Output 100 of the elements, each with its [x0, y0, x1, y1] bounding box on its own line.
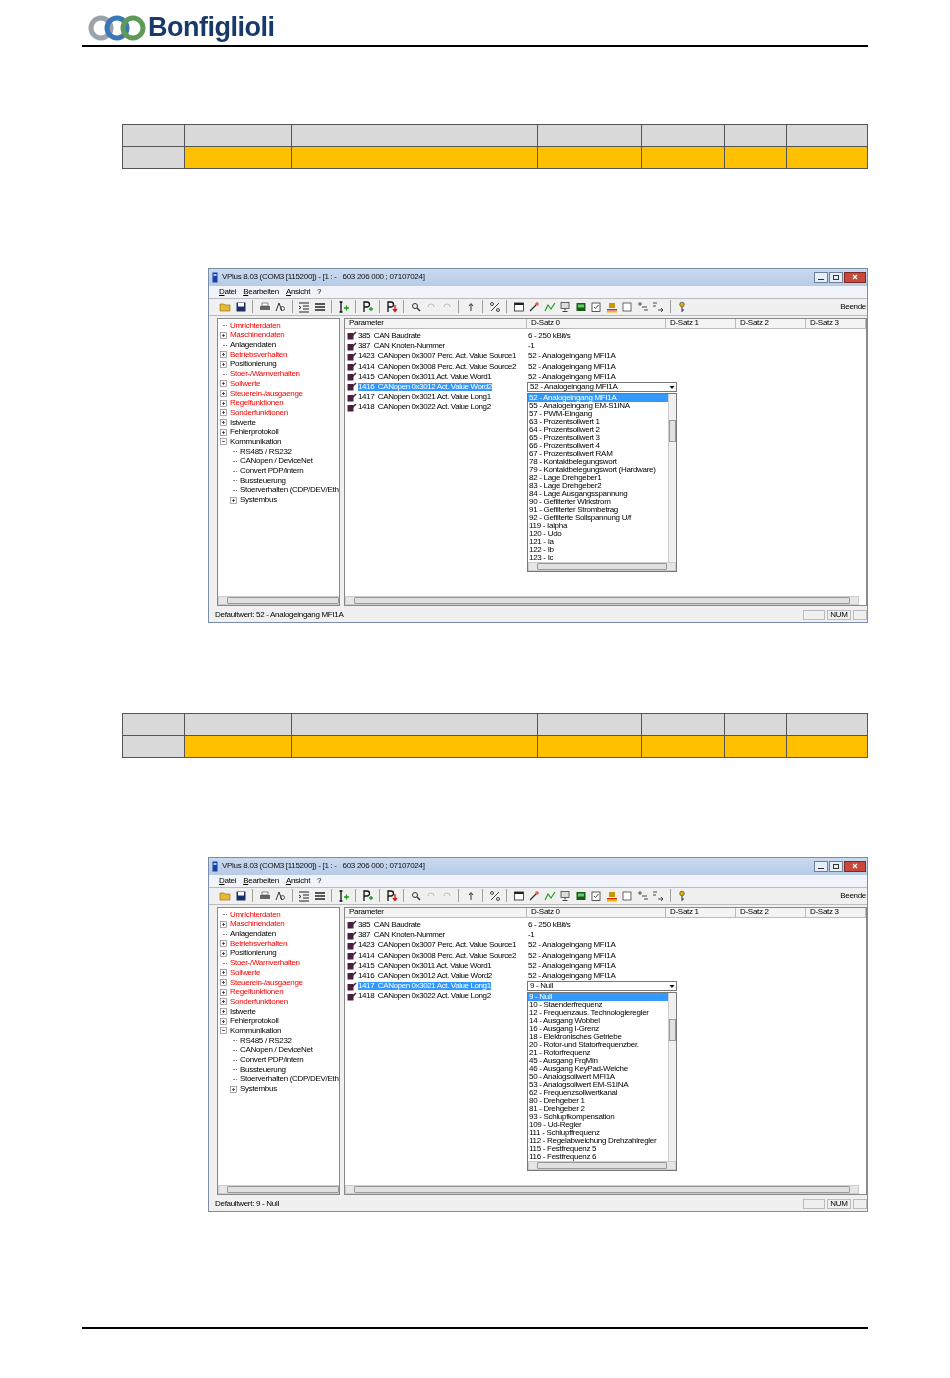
dropdown-option[interactable]: 90 - Gefilterter Wirkstrom: [528, 497, 668, 506]
tree-item[interactable]: Systembus: [240, 496, 277, 505]
collapse-icon[interactable]: [220, 438, 227, 446]
expand-icon[interactable]: [220, 1008, 227, 1016]
dropdown-option[interactable]: 10 - Staenderfrequenz: [528, 1001, 668, 1010]
dropdown-option[interactable]: 67 - Prozentsollwert RAM: [528, 449, 668, 458]
checklist-icon[interactable]: [590, 889, 602, 902]
tree-item[interactable]: Fehlerprotokoll: [230, 1017, 279, 1026]
dropdown-option[interactable]: 92 - Gefilterte Sollspannung U/f: [528, 513, 668, 522]
save-icon[interactable]: [234, 889, 247, 902]
dropdown-option[interactable]: 111 - Schlupffrequenz: [528, 1129, 668, 1138]
column-header[interactable]: D-Satz 1: [666, 907, 736, 917]
key-icon[interactable]: [676, 300, 688, 313]
indent-icon[interactable]: [298, 300, 310, 313]
tree-item[interactable]: Istwerte: [230, 418, 256, 427]
dropdown-option[interactable]: 21 - Rotorfrequenz: [528, 1049, 668, 1058]
close-icon[interactable]: [852, 274, 858, 281]
tree-item[interactable]: Steuerein-/ausgaenge: [230, 389, 303, 398]
maximize-button[interactable]: [829, 860, 843, 872]
dropdown-option[interactable]: 120 - Udo: [528, 529, 668, 538]
column-header[interactable]: D-Satz 3: [806, 318, 866, 328]
scrollbar[interactable]: [528, 1161, 676, 1171]
menu-item[interactable]: ?: [317, 876, 322, 885]
column-header[interactable]: Parameter: [345, 318, 527, 328]
tree-item[interactable]: Anlagendaten: [230, 930, 276, 939]
tree-item[interactable]: Regelfunktionen: [230, 988, 284, 997]
dropdown-option[interactable]: 123 - Ic: [528, 553, 668, 562]
expand-icon[interactable]: [220, 409, 227, 417]
menu-item[interactable]: Ansicht: [285, 287, 311, 296]
parameter-name[interactable]: 1423 CANopen 0x3007 Perc. Act. Value Source1: [358, 352, 516, 361]
expand-icon[interactable]: [220, 419, 227, 427]
indent-icon[interactable]: [298, 889, 310, 902]
list-icon[interactable]: [313, 889, 326, 902]
cursor-plus-icon[interactable]: [337, 889, 350, 902]
checklist-icon[interactable]: [590, 300, 602, 313]
expand-icon[interactable]: [220, 979, 227, 987]
expand-icon[interactable]: [220, 390, 227, 398]
menu-item[interactable]: Bearbeiten: [243, 876, 279, 885]
tree-item[interactable]: Convert PDP/intern: [240, 1056, 304, 1065]
dropdown-option[interactable]: 62 - Frequenzsollwertkanal: [528, 1089, 668, 1098]
tree-item[interactable]: RS485 / RS232: [240, 447, 292, 456]
tree-item[interactable]: Steuerein-/ausgaenge: [230, 978, 303, 987]
maximize-button[interactable]: [829, 271, 843, 283]
expand-icon[interactable]: [220, 351, 227, 359]
square-icon[interactable]: [621, 889, 633, 902]
tree-item[interactable]: Sollwerte: [230, 379, 261, 388]
scrollbar[interactable]: [668, 393, 676, 562]
dropdown-option[interactable]: 116 - Festfrequenz 6: [528, 1153, 668, 1162]
square-icon[interactable]: [621, 300, 633, 313]
tree-item[interactable]: Positionierung: [230, 949, 277, 958]
expand-icon[interactable]: [220, 1017, 227, 1025]
dropdown-option[interactable]: 53 - Analogsollwert EM-S1INA: [528, 1081, 668, 1090]
column-header[interactable]: D-Satz 1: [666, 318, 736, 328]
dropdown-option[interactable]: 81 - Drehgeber 2: [528, 1105, 668, 1114]
magnifier-icon[interactable]: [409, 889, 422, 902]
parameter-name[interactable]: 1414 CANopen 0x3008 Perc. Act. Value Source2: [358, 362, 516, 371]
tree-item[interactable]: Anlagendaten: [230, 341, 276, 350]
window-icon[interactable]: [512, 300, 525, 313]
tree-item[interactable]: Positionierung: [230, 360, 277, 369]
dropdown-field[interactable]: 9 - Null: [527, 981, 677, 992]
cursor-plus-icon[interactable]: [337, 300, 350, 313]
expand-icon[interactable]: [220, 380, 227, 388]
parameter-name[interactable]: 385 CAN Baudrate: [358, 920, 421, 929]
dropdown-option[interactable]: 121 - Ia: [528, 537, 668, 546]
column-header[interactable]: D-Satz 3: [806, 907, 866, 917]
color-bars-icon[interactable]: [605, 889, 618, 902]
tree-item[interactable]: Bussteuerung: [240, 1065, 286, 1074]
expand-icon[interactable]: [220, 969, 227, 977]
tree-item[interactable]: Istwerte: [230, 1007, 256, 1016]
save-icon[interactable]: [234, 300, 247, 313]
tree-item[interactable]: Sonderfunktionen: [230, 408, 288, 417]
scrollbar[interactable]: [528, 561, 676, 571]
close-button[interactable]: [844, 271, 866, 283]
tree-item[interactable]: Bussteuerung: [240, 476, 286, 485]
close-icon[interactable]: [852, 863, 858, 870]
wand-icon[interactable]: [528, 889, 540, 902]
expand-icon[interactable]: [220, 399, 227, 407]
tree-item[interactable]: CANopen / DeviceNet: [240, 457, 313, 466]
printer-icon[interactable]: [258, 889, 271, 902]
dropdown-option[interactable]: 63 - Prozentsollwert 1: [528, 417, 668, 426]
tree-item[interactable]: Kommunikation: [230, 1026, 282, 1035]
dropdown-option[interactable]: 55 - Analogeingang EM-S1INA: [528, 401, 668, 410]
parameter-name[interactable]: 1416 CANopen 0x3012 Act. Value Word2: [358, 971, 492, 980]
column-header[interactable]: D-Satz 0: [527, 907, 666, 917]
column-header[interactable]: Parameter: [345, 907, 527, 917]
expand-icon[interactable]: [230, 496, 237, 504]
scrollbar[interactable]: [218, 595, 339, 605]
tree-item[interactable]: Stoerverhalten (CDP/DEV/Eth: [240, 1075, 339, 1084]
parameter-name[interactable]: 1423 CANopen 0x3007 Perc. Act. Value Source1: [358, 941, 516, 950]
menu-item[interactable]: ?: [317, 287, 322, 296]
dropdown-option[interactable]: 91 - Gefilterter Strombetrag: [528, 505, 668, 514]
dropdown-option[interactable]: 50 - Analogsollwert MFI1A: [528, 1073, 668, 1082]
magnifier-icon[interactable]: [409, 300, 422, 313]
tree-item[interactable]: Sonderfunktionen: [230, 997, 288, 1006]
screen-icon[interactable]: [574, 889, 587, 902]
monitor-icon[interactable]: [559, 300, 571, 313]
color-bars-icon[interactable]: [605, 300, 618, 313]
dropdown-option[interactable]: 109 - Ud-Regler: [528, 1121, 668, 1130]
dropdown-option[interactable]: 93 - Schlupfkompensation: [528, 1113, 668, 1122]
dropdown-option[interactable]: 84 - Lage Ausgangsspannung: [528, 489, 668, 498]
